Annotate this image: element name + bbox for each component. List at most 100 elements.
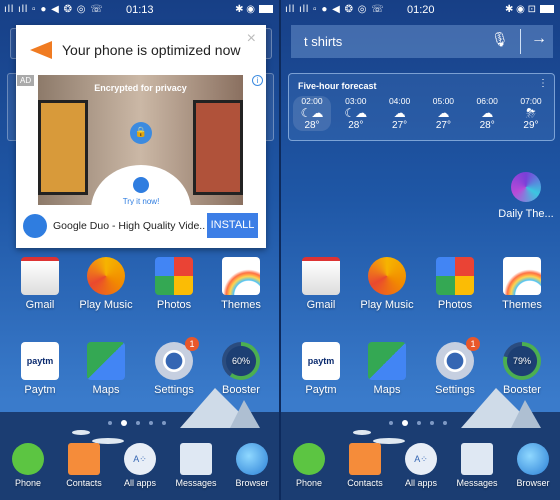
partly-cloudy-night-icon: ☾☁ (344, 106, 368, 120)
app-label: Themes (221, 299, 261, 311)
page-dot[interactable] (417, 421, 421, 425)
iceberg-small (230, 400, 260, 428)
app-label: Themes (502, 299, 542, 311)
app-label: Booster (503, 384, 541, 396)
close-icon[interactable]: × (247, 30, 256, 48)
forecast-hour: 07:00 ⛈ 29° (512, 96, 550, 131)
app-photos[interactable]: Photos (422, 257, 488, 311)
page-dot[interactable] (402, 420, 408, 426)
search-input[interactable]: t shirts (304, 34, 342, 49)
dock-all-apps[interactable]: A⁘ All apps (112, 443, 168, 488)
page-dot[interactable] (162, 421, 166, 425)
try-now-area[interactable]: Try it now! (91, 165, 191, 205)
app-play-music[interactable]: Play Music (354, 257, 420, 311)
dock-contacts[interactable]: Contacts (337, 443, 393, 488)
dock-messages[interactable]: Messages (168, 443, 224, 488)
notification-badge: 1 (466, 337, 480, 351)
app-play-music[interactable]: Play Music (73, 257, 139, 311)
paytm-icon: paytm (302, 342, 340, 380)
forecast-widget[interactable]: Five-hour forecast ⋮ 02:00 ☾☁ 28° 03:00 ☾☁ 28… (288, 73, 555, 141)
app-label: Messages (456, 478, 498, 488)
forecast-temp: 28° (479, 120, 495, 131)
daily-theme-icon (511, 172, 541, 202)
photos-icon (155, 257, 193, 295)
ad-image[interactable]: Encrypted for privacy 🔒 Try it now! (38, 75, 243, 205)
forecast-hour: 03:00 ☾☁ 28° (337, 96, 375, 131)
phone-icon (12, 443, 44, 475)
left-phone-screen: ıll ıll ▫ ● ◀ ❂ ◎ ☏ 01:13 ✱ ◉ Gmail Play … (0, 0, 279, 500)
status-icons: ıll ıll ▫ ● ◀ ❂ ◎ ☏ (4, 4, 104, 15)
dock-all-apps[interactable]: A⁘ All apps (393, 443, 449, 488)
phone-icon (293, 443, 325, 475)
ad-info-icon[interactable]: i (252, 75, 263, 86)
forecast-time: 05:00 (432, 96, 455, 106)
app-settings[interactable]: 1 Settings (422, 337, 488, 396)
app-label: Photos (437, 299, 473, 311)
bluetooth-eye-icons: ✱ ◉ (235, 4, 255, 15)
app-label: Browser (516, 478, 550, 488)
app-gmail[interactable]: Gmail (7, 257, 73, 311)
app-label: Booster (222, 384, 260, 396)
app-themes[interactable]: Themes (489, 257, 555, 311)
app-label: Messages (175, 478, 217, 488)
try-now-text: Try it now! (122, 197, 160, 205)
app-paytm[interactable]: paytm Paytm (7, 342, 73, 396)
dock-browser[interactable]: Browser (224, 443, 279, 488)
app-maps[interactable]: Maps (354, 342, 420, 396)
status-bar: ıll ıll ▫ ● ◀ ❂ ◎ ☏ 01:20 ✱ ◉ ⊡ (281, 0, 560, 22)
optimizer-logo-icon (30, 41, 52, 59)
dock-phone[interactable]: Phone (0, 443, 56, 488)
app-themes[interactable]: Themes (208, 257, 274, 311)
partly-cloudy-night-icon: ☾☁ (300, 106, 324, 120)
page-dot[interactable] (389, 421, 393, 425)
app-paytm[interactable]: paytm Paytm (288, 342, 354, 396)
app-label: Play Music (360, 299, 414, 311)
dock-browser[interactable]: Browser (505, 443, 560, 488)
clock: 01:20 (407, 4, 435, 16)
cloudy-icon: ☁ (393, 106, 406, 120)
arrow-right-icon[interactable]: → (531, 30, 547, 48)
maps-icon (87, 342, 125, 380)
app-settings[interactable]: 1 Settings (141, 337, 207, 396)
dock-contacts[interactable]: Contacts (56, 443, 112, 488)
page-dot[interactable] (108, 421, 112, 425)
app-photos[interactable]: Photos (141, 257, 207, 311)
page-dot[interactable] (121, 420, 127, 426)
page-dot[interactable] (149, 421, 153, 425)
ad-app-name: Google Duo - High Quality Vide.. (53, 220, 206, 232)
gmail-icon (302, 257, 340, 295)
app-label: Maps (373, 384, 401, 396)
booster-percent: 79% (512, 356, 531, 366)
page-dot[interactable] (430, 421, 434, 425)
app-daily-theme[interactable]: Daily The... (491, 172, 560, 220)
app-booster[interactable]: 60% Booster (208, 342, 274, 396)
app-booster[interactable]: 79% Booster (489, 342, 555, 396)
forecast-temp: 28° (304, 120, 320, 131)
page-indicator[interactable] (389, 420, 447, 426)
dock-messages[interactable]: Messages (449, 443, 505, 488)
messages-icon (180, 443, 212, 475)
browser-icon (236, 443, 268, 475)
battery-icon (259, 5, 273, 14)
app-label: All apps (404, 478, 438, 488)
mic-icon[interactable]: 🎙 (491, 31, 509, 48)
app-maps[interactable]: Maps (73, 342, 139, 396)
forecast-temp: 27° (392, 120, 408, 131)
app-label: Browser (235, 478, 269, 488)
browser-icon (517, 443, 549, 475)
battery-icon (540, 5, 554, 14)
search-bar[interactable]: t shirts 🎙 → (291, 25, 553, 58)
app-label: Paytm (24, 384, 56, 396)
more-icon[interactable]: ⋮ (538, 78, 548, 89)
dock-phone[interactable]: Phone (281, 443, 337, 488)
install-button[interactable]: INSTALL (207, 213, 258, 238)
page-dot[interactable] (443, 421, 447, 425)
status-right-icons: ✱ ◉ ⊡ (505, 4, 554, 15)
forecast-temp: 27° (435, 120, 451, 131)
app-gmail[interactable]: Gmail (288, 257, 354, 311)
app-label: Paytm (305, 384, 337, 396)
page-dot[interactable] (136, 421, 140, 425)
clock: 01:13 (126, 4, 154, 16)
page-indicator[interactable] (108, 420, 166, 426)
app-label: Daily The... (498, 208, 554, 220)
